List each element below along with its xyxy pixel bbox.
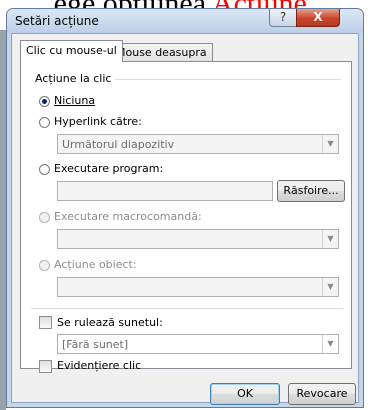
close-button[interactable]: X [296,9,340,27]
play-sound-checkbox[interactable] [39,316,52,329]
help-icon: ? [279,10,287,24]
radio-object-action-label: Acțiune obiect: [54,258,137,271]
radio-run-program-label: Executare program: [54,162,164,175]
radio-run-macro-label: Executare macrocomandă: [54,210,202,223]
tab-mouse-click[interactable]: Clic cu mouse-ul [20,40,123,62]
object-action-select: ▼ [57,277,339,297]
hyperlink-select[interactable]: Următorul diapozitiv ▼ [57,134,339,154]
separator [31,308,343,309]
radio-none-label: Niciuna [54,94,95,107]
play-sound-label: Se rulează sunetul: [57,316,163,329]
program-path-input[interactable] [57,181,273,201]
dialog-title: Setări acțiune [15,14,99,28]
chevron-down-icon[interactable]: ▼ [322,335,338,353]
radio-none-text: Niciuna [54,94,96,107]
radio-hyperlink[interactable] [39,117,50,128]
dialog-client: Clic cu mouse-ul Mouse deasupra Acțiune … [11,33,359,405]
ok-button[interactable]: OK [210,383,280,405]
help-button[interactable]: ? [269,9,297,27]
chevron-down-icon: ▼ [322,230,338,248]
radio-hyperlink-label: Hyperlink către: [54,115,142,128]
sound-select[interactable]: [Fără sunet] ▼ [57,334,339,354]
dialog-window: Setări acțiune ? X Clic cu mouse-ul Mous… [6,8,364,408]
chevron-down-icon: ▼ [322,278,338,296]
highlight-click-checkbox[interactable] [39,360,52,373]
radio-run-macro [39,212,50,223]
chevron-down-icon[interactable]: ▼ [322,135,338,153]
cancel-button[interactable]: Revocare [288,383,356,405]
radio-object-action [39,260,50,271]
title-bar[interactable]: Setări acțiune ? X [7,9,363,33]
browse-button[interactable]: Răsfoire... [277,180,345,202]
action-group-label: Acțiune la clic [35,72,116,85]
sound-select-value: [Fără sunet] [62,338,129,351]
highlight-click-label: Evidențiere clic [57,359,142,372]
close-icon: X [313,10,323,24]
group-divider [101,79,341,80]
radio-run-program[interactable] [39,164,50,175]
macro-select: ▼ [57,229,339,249]
hyperlink-select-value: Următorul diapozitiv [62,138,175,151]
tab-panel: Acțiune la clic Niciuna Hyperlink către:… [20,61,352,373]
tab-mouse-over[interactable]: Mouse deasupra [110,43,213,62]
radio-none[interactable] [39,96,50,107]
